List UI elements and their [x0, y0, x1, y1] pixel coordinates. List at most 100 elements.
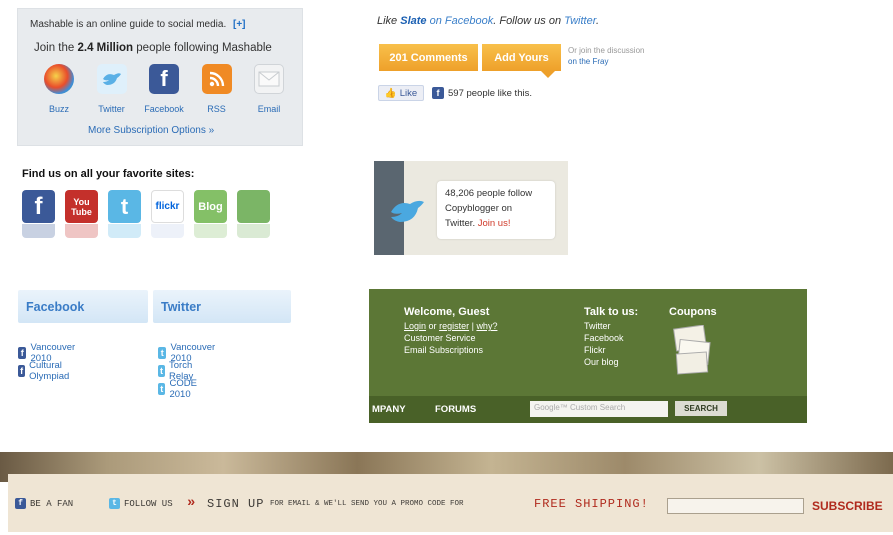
youtube-site-icon[interactable]: You Tube: [65, 190, 98, 223]
expand-plus-link[interactable]: [+]: [233, 19, 246, 30]
twitter-header: Twitter: [153, 290, 291, 323]
add-yours-button[interactable]: Add Yours: [482, 44, 561, 71]
follow-text: Follow us on: [499, 15, 562, 27]
follow-count-line: 48,206 people follow: [445, 188, 533, 199]
twitter-link-label: CODE 2010: [169, 378, 197, 400]
talk-twitter-link[interactable]: Twitter: [584, 320, 611, 332]
facebook-like-button[interactable]: 👍 Like: [378, 85, 424, 101]
facebook-site-icon[interactable]: f: [22, 190, 55, 223]
like-text: Like: [377, 15, 398, 27]
slate-twitter-link[interactable]: Twitter: [564, 15, 596, 27]
green-nav-bar: MPANY FORUMS Google™ Custom Search SEARC…: [369, 396, 807, 423]
facebook-reflection: [22, 224, 55, 238]
custom-search-input[interactable]: Google™ Custom Search: [530, 401, 668, 417]
mashable-join-line: Join the 2.4 Million people following Ma…: [34, 42, 272, 54]
join-suffix: people following Mashable: [136, 42, 272, 54]
facebook-link-label: Cultural Olympiad: [29, 360, 70, 382]
nav-forums-link[interactable]: FORUMS: [435, 404, 476, 415]
search-button[interactable]: SEARCH: [675, 401, 727, 416]
facebook-icon: f: [149, 64, 179, 94]
on-facebook-link[interactable]: on Facebook: [430, 15, 494, 27]
coupons-icon[interactable]: [671, 325, 715, 377]
subscribe-buzz[interactable]: Buzz: [34, 64, 84, 114]
twitter-bird-icon: [96, 64, 127, 94]
favorite-sites-row: f You Tube t flickr Blog: [20, 186, 275, 246]
why-link[interactable]: why?: [476, 321, 497, 331]
email-input[interactable]: [667, 498, 804, 514]
or-text: or: [428, 321, 437, 331]
comments-button[interactable]: 201 Comments: [379, 44, 478, 71]
customer-service-link[interactable]: Customer Service: [404, 332, 476, 344]
follow-us-label: FOLLOW US: [124, 498, 173, 509]
rss-label: RSS: [207, 104, 226, 114]
email-envelope-icon: [254, 64, 284, 94]
more-subscription-options-link[interactable]: More Subscription Options »: [88, 125, 214, 136]
flickr-site-icon[interactable]: flickr: [151, 190, 184, 223]
talk-facebook-link[interactable]: Facebook: [584, 332, 624, 344]
like-count: f 597 people like this.: [432, 87, 532, 99]
rss-icon: [201, 64, 232, 94]
be-a-fan-link[interactable]: f BE A FAN: [15, 498, 73, 509]
login-link[interactable]: Login: [404, 321, 426, 331]
widget-reflection: [237, 224, 270, 238]
slate-brand-link[interactable]: Slate: [400, 15, 426, 27]
coupons-title[interactable]: Coupons: [669, 306, 717, 318]
twitter-small-icon: t: [158, 365, 165, 377]
subscribe-button[interactable]: SUBSCRIBE: [812, 499, 883, 513]
twitter-link-code[interactable]: t CODE 2010: [158, 378, 201, 400]
join-prefix: Join the: [34, 42, 75, 54]
mashable-intro-text: Mashable is an online guide to social me…: [30, 19, 227, 30]
register-link[interactable]: register: [439, 321, 469, 331]
blog-site-icon[interactable]: Blog: [194, 190, 227, 223]
blog-reflection: [194, 224, 227, 238]
twitter-word: Twitter.: [445, 218, 476, 229]
twitter-site-icon[interactable]: t: [108, 190, 141, 223]
talk-to-us-title: Talk to us:: [584, 306, 639, 318]
subscribe-rss[interactable]: RSS: [192, 64, 242, 114]
like-count-text: 597 people like this.: [448, 87, 532, 99]
fray-text: Or join the discussion: [568, 46, 645, 55]
green-account-panel: Welcome, Guest Login or register | why? …: [369, 289, 807, 423]
twitter-bird-icon: [391, 200, 424, 222]
free-shipping-label: FREE SHIPPING!: [534, 497, 649, 511]
talk-blog-link[interactable]: Our blog: [584, 356, 619, 368]
slate-social-line: Like Slate on Facebook. Follow us on Twi…: [377, 15, 600, 27]
subscribe-facebook[interactable]: f Facebook: [139, 64, 189, 114]
twitter-reflection: [108, 224, 141, 238]
copyblogger-line: Copyblogger on: [445, 203, 513, 214]
subscribe-twitter[interactable]: Twitter: [87, 64, 137, 114]
twitter-small-icon: t: [158, 383, 166, 395]
facebook-header: Facebook: [18, 290, 148, 323]
facebook-small-icon: f: [18, 347, 27, 359]
subscription-icons: Buzz Twitter f Facebook RSS Email: [34, 64, 294, 114]
subscribe-email[interactable]: Email: [244, 64, 294, 114]
facebook-link-cultural[interactable]: f Cultural Olympiad: [18, 360, 74, 382]
fray-discussion: Or join the discussion on the Fray: [568, 45, 644, 67]
like-button-label: Like: [399, 87, 418, 99]
twitter-small-icon: t: [109, 498, 120, 509]
talk-flickr-link[interactable]: Flickr: [584, 344, 606, 356]
nav-company-link[interactable]: MPANY: [372, 404, 406, 415]
facebook-small-icon: f: [432, 87, 444, 99]
widget-site-icon[interactable]: [237, 190, 270, 223]
promo-banner: f BE A FAN t FOLLOW US » SIGN UP FOR EMA…: [0, 452, 893, 535]
email-label: Email: [257, 104, 281, 114]
copyblogger-follow-bubble: 48,206 people follow Copyblogger on Twit…: [437, 181, 555, 239]
welcome-title: Welcome, Guest: [404, 306, 490, 318]
thumbs-up-icon: 👍: [384, 87, 397, 99]
join-us-link[interactable]: Join us!: [478, 218, 511, 229]
promo-text: FOR EMAIL & WE'LL SEND YOU A PROMO CODE …: [270, 500, 464, 508]
fray-link[interactable]: on the Fray: [568, 56, 644, 67]
facebook-small-icon: f: [15, 498, 26, 509]
facebook-small-icon: f: [18, 365, 26, 377]
mashable-intro: Mashable is an online guide to social me…: [30, 19, 246, 30]
find-us-title: Find us on all your favorite sites:: [22, 168, 195, 180]
email-subscriptions-link[interactable]: Email Subscriptions: [404, 344, 483, 356]
sign-up-label: SIGN UP: [207, 497, 265, 511]
mashable-subscribe-box: Mashable is an online guide to social me…: [17, 8, 303, 146]
login-line: Login or register | why?: [404, 321, 498, 331]
google-buzz-icon: [44, 64, 74, 94]
join-line: Twitter. Join us!: [445, 216, 555, 231]
twitter-label: Twitter: [98, 104, 125, 114]
follow-us-link[interactable]: t FOLLOW US: [109, 498, 173, 509]
